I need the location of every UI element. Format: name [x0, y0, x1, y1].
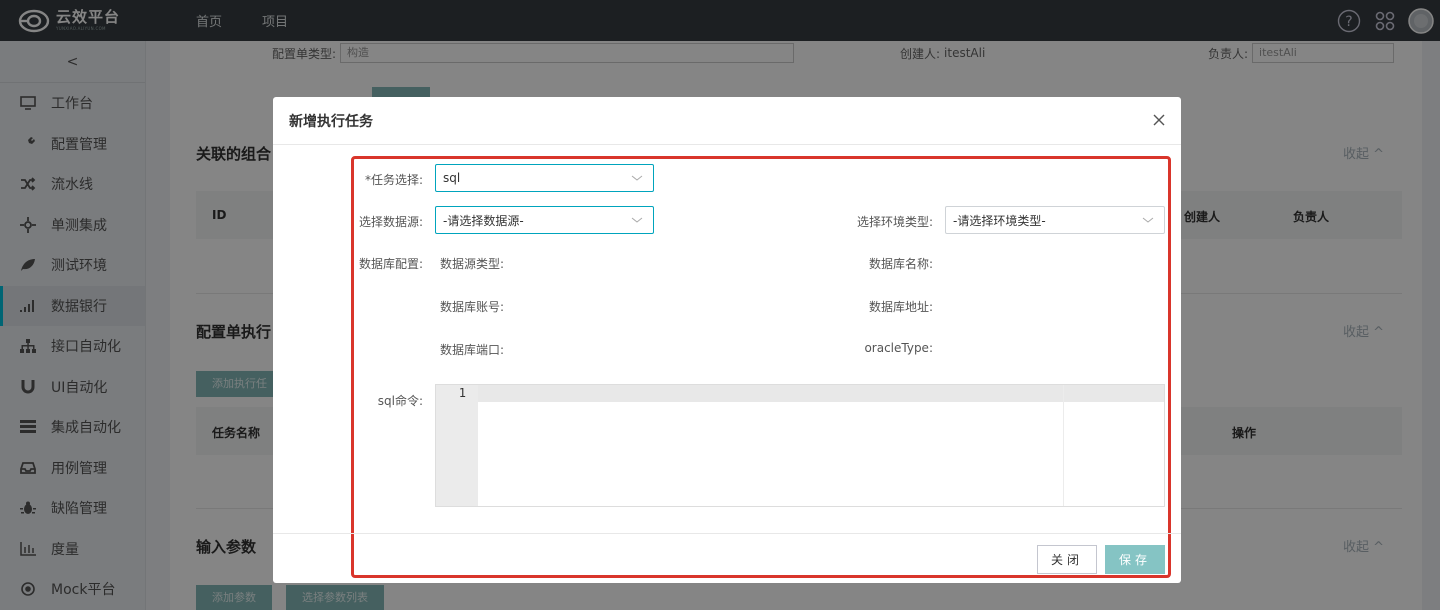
db-source-type-label: 数据源类型:	[440, 257, 505, 271]
task-select-dropdown[interactable]: sql	[435, 164, 654, 192]
dialog-header: 新增执行任务	[273, 97, 1181, 145]
sql-code-editor[interactable]: 1	[435, 384, 1165, 507]
db-account-label: 数据库账号:	[440, 300, 505, 314]
env-type-dropdown[interactable]: -请选择环境类型-	[945, 206, 1165, 234]
env-type-placeholder: -请选择环境类型-	[953, 213, 1046, 228]
save-button[interactable]: 保存	[1105, 545, 1165, 574]
sql-command-label: sql命令:	[377, 394, 423, 408]
datasource-placeholder: -请选择数据源-	[443, 213, 524, 228]
db-port-label: 数据库端口:	[440, 343, 505, 357]
add-task-dialog: 新增执行任务 *任务选择: sql 选择数据源: -请选择数据源- 选择环境类型…	[273, 97, 1181, 583]
chevron-down-icon	[1142, 217, 1154, 223]
chevron-down-icon	[631, 175, 643, 181]
editor-gutter: 1	[436, 385, 478, 506]
task-select-label: *任务选择:	[364, 173, 423, 187]
datasource-dropdown[interactable]: -请选择数据源-	[435, 206, 654, 234]
datasource-label: 选择数据源:	[358, 215, 423, 229]
oracle-type-label: oracleType:	[864, 341, 933, 355]
env-type-label: 选择环境类型:	[856, 215, 933, 229]
db-name-label: 数据库名称:	[868, 257, 933, 271]
close-button[interactable]: 关闭	[1037, 545, 1097, 574]
dialog-footer: 关闭 保存	[273, 533, 1181, 583]
db-config-label: 数据库配置:	[358, 257, 423, 271]
editor-active-line	[478, 385, 1164, 402]
task-select-value: sql	[443, 171, 461, 185]
chevron-down-icon	[631, 217, 643, 223]
editor-print-margin	[1063, 385, 1064, 506]
line-number: 1	[458, 386, 466, 400]
db-address-label: 数据库地址:	[868, 300, 933, 314]
dialog-title: 新增执行任务	[289, 113, 373, 130]
close-icon[interactable]	[1151, 112, 1167, 128]
